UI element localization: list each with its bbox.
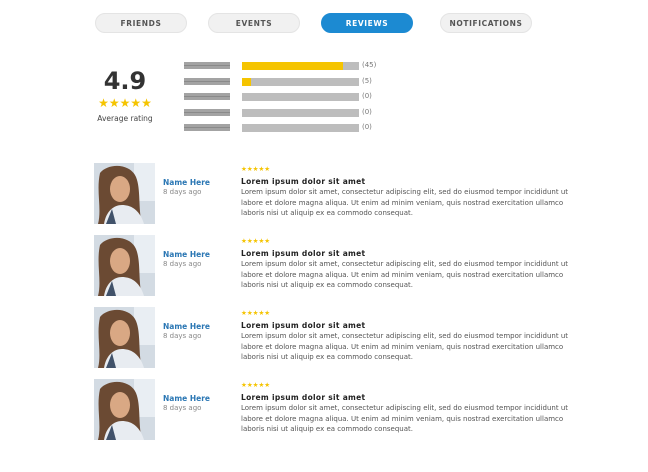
avatar-photo-icon	[94, 307, 155, 368]
review-body: Lorem ipsum dolor sit amet, consectetur …	[241, 260, 568, 289]
review-title: Lorem ipsum dolor sit amet	[241, 393, 366, 402]
reviewer-name[interactable]: Name Here	[163, 178, 210, 187]
review-body: Lorem ipsum dolor sit amet, consectetur …	[241, 188, 568, 217]
tab-events[interactable]: EVENTS	[208, 13, 300, 33]
review-stars-icon: ★★★★★	[241, 237, 271, 245]
review-title: Lorem ipsum dolor sit amet	[241, 177, 366, 186]
rating-summary: 4.9 ★★★★★ Average rating	[94, 66, 156, 123]
review-body: Lorem ipsum dolor sit amet, consectetur …	[241, 404, 568, 433]
average-stars-icon: ★★★★★	[98, 96, 152, 110]
reviewer-name[interactable]: Name Here	[163, 322, 210, 331]
review-date: 8 days ago	[163, 404, 202, 412]
avatar[interactable]	[94, 307, 155, 368]
rating-bar-track	[242, 93, 359, 101]
rating-bar-count: (0)	[362, 92, 372, 100]
review-stars-icon: ★★★★★	[241, 381, 271, 389]
review-item: Name Here 8 days ago ★★★★★ Lorem ipsum d…	[94, 379, 574, 441]
rating-bar-track	[242, 124, 359, 132]
avatar[interactable]	[94, 379, 155, 440]
review-body: Lorem ipsum dolor sit amet, consectetur …	[241, 332, 568, 361]
average-score: 4.9	[103, 67, 147, 95]
avatar[interactable]	[94, 163, 155, 224]
tab-reviews[interactable]: REVIEWS	[321, 13, 413, 33]
avatar-photo-icon	[94, 235, 155, 296]
rating-bar-count: (0)	[362, 123, 372, 131]
avatar-photo-icon	[94, 163, 155, 224]
rating-bar-label	[184, 78, 230, 85]
review-stars-icon: ★★★★★	[241, 309, 271, 317]
tab-bar: FRIENDS EVENTS REVIEWS NOTIFICATIONS	[0, 13, 648, 33]
review-date: 8 days ago	[163, 260, 202, 268]
review-date: 8 days ago	[163, 188, 202, 196]
reviewer-name[interactable]: Name Here	[163, 394, 210, 403]
rating-bar-track	[242, 78, 359, 86]
review-item: Name Here 8 days ago ★★★★★ Lorem ipsum d…	[94, 307, 574, 369]
rating-bar-count: (45)	[362, 61, 377, 69]
review-stars-icon: ★★★★★	[241, 165, 271, 173]
review-item: Name Here 8 days ago ★★★★★ Lorem ipsum d…	[94, 235, 574, 297]
review-item: Name Here 8 days ago ★★★★★ Lorem ipsum d…	[94, 163, 574, 225]
review-title: Lorem ipsum dolor sit amet	[241, 321, 366, 330]
avatar-photo-icon	[94, 379, 155, 440]
rating-bar-count: (5)	[362, 77, 372, 85]
rating-bar-label	[184, 93, 230, 100]
rating-bar-label	[184, 109, 230, 116]
rating-bar-label	[184, 62, 230, 69]
rating-bar-count: (0)	[362, 108, 372, 116]
tab-friends[interactable]: FRIENDS	[95, 13, 187, 33]
average-rating-label: Average rating	[97, 114, 153, 123]
rating-bar-fill	[242, 62, 343, 70]
review-date: 8 days ago	[163, 332, 202, 340]
avatar[interactable]	[94, 235, 155, 296]
rating-bar-track	[242, 109, 359, 117]
rating-bar-label	[184, 124, 230, 131]
review-title: Lorem ipsum dolor sit amet	[241, 249, 366, 258]
rating-bar-fill	[242, 78, 252, 86]
tab-notifications[interactable]: NOTIFICATIONS	[440, 13, 532, 33]
rating-bar-track	[242, 62, 359, 70]
reviewer-name[interactable]: Name Here	[163, 250, 210, 259]
